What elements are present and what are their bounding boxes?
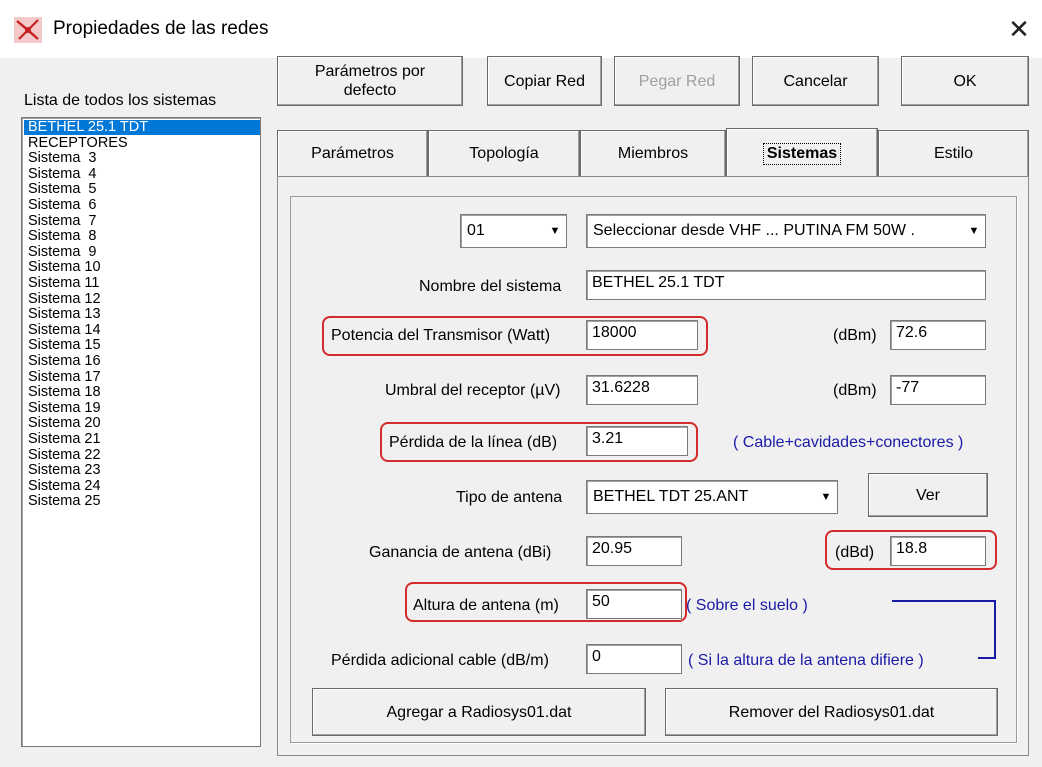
gain-dbd-label: (dBd): [835, 544, 875, 561]
chevron-down-icon: ▼: [549, 225, 561, 237]
gain-dbd-input[interactable]: 18.8: [890, 536, 986, 566]
list-item[interactable]: Sistema 7: [28, 213, 258, 229]
systems-listbox[interactable]: BETHEL 25.1 TDT RECEPTORES Sistema 3 Sistem…: [21, 117, 261, 747]
line-loss-label: Pérdida de la línea (dB): [389, 434, 558, 451]
default-parameters-line2: defecto: [343, 82, 397, 99]
antenna-type-label: Tipo de antena: [456, 489, 563, 506]
tab-sistemas[interactable]: Sistemas: [726, 128, 878, 180]
threshold-dbm-label: (dBm): [833, 382, 877, 399]
tab-sistemas-label: Sistemas: [762, 143, 842, 165]
list-item[interactable]: Sistema 12: [28, 291, 258, 307]
list-item[interactable]: Sistema 19: [28, 400, 258, 416]
tab-parametros-label: Parámetros: [311, 145, 394, 162]
list-item[interactable]: Sistema 21: [28, 432, 258, 447]
list-item[interactable]: RECEPTORES: [28, 135, 258, 151]
receiver-threshold-label: Umbral del receptor (µV): [385, 382, 561, 399]
extra-cable-loss-label: Pérdida adicional cable (dB/m): [331, 652, 549, 669]
extra-cable-loss-note: ( Si la altura de la antena difiere ): [688, 652, 924, 669]
tab-topologia[interactable]: Topología: [428, 130, 580, 178]
list-item[interactable]: BETHEL 25.1 TDT: [24, 120, 260, 135]
window-title: Propiedades de las redes: [53, 18, 269, 39]
system-name-input[interactable]: BETHEL 25.1 TDT: [586, 270, 986, 300]
receiver-threshold-input[interactable]: 31.6228: [586, 375, 698, 405]
power-dbm-label: (dBm): [833, 327, 877, 344]
default-parameters-button[interactable]: Parámetros por defecto: [277, 56, 463, 106]
default-parameters-line1: Parámetros por: [314, 63, 426, 80]
list-item[interactable]: Sistema 17: [28, 369, 258, 385]
list-item[interactable]: Sistema 6: [28, 198, 258, 213]
transmitter-power-input[interactable]: 18000: [586, 320, 698, 350]
remove-from-radiosys-button[interactable]: Remover del Radiosys01.dat: [665, 688, 998, 736]
list-item[interactable]: Sistema 15: [28, 338, 258, 353]
chevron-down-icon: ▼: [820, 491, 832, 503]
list-item[interactable]: Sistema 10: [28, 260, 258, 275]
tab-estilo[interactable]: Estilo: [878, 130, 1029, 178]
close-icon[interactable]: ✕: [1004, 14, 1034, 44]
systems-list-label: Lista de todos los sistemas: [24, 92, 217, 109]
list-item[interactable]: Sistema 11: [28, 276, 258, 291]
extra-cable-loss-input[interactable]: 0: [586, 644, 682, 674]
system-source-value: Seleccionar desde VHF ... PUTINA FM 50W …: [593, 222, 915, 239]
list-item[interactable]: Sistema 24: [28, 478, 258, 494]
antenna-height-label: Altura de antena (m): [413, 597, 559, 614]
tab-parametros[interactable]: Parámetros: [277, 130, 428, 178]
line-loss-note: ( Cable+cavidades+conectores ): [733, 434, 964, 451]
tab-miembros[interactable]: Miembros: [580, 130, 726, 178]
cancel-button[interactable]: Cancelar: [752, 56, 879, 106]
line-loss-input[interactable]: 3.21: [586, 426, 688, 456]
list-item[interactable]: Sistema 16: [28, 354, 258, 369]
list-item[interactable]: Sistema 25: [28, 494, 258, 509]
list-item[interactable]: Sistema 3: [28, 151, 258, 166]
threshold-dbm-input[interactable]: -77: [890, 375, 986, 405]
dialog-window: Propiedades de las redes ✕ Lista de todo…: [0, 0, 1042, 767]
copy-network-button[interactable]: Copiar Red: [487, 56, 602, 106]
ok-button[interactable]: OK: [901, 56, 1029, 106]
list-item[interactable]: Sistema 8: [28, 229, 258, 244]
chevron-down-icon: ▼: [968, 225, 980, 237]
list-item[interactable]: Sistema 9: [28, 244, 258, 260]
system-source-select[interactable]: Seleccionar desde VHF ... PUTINA FM 50W …: [586, 214, 986, 248]
antenna-type-value: BETHEL TDT 25.ANT: [593, 488, 749, 505]
network-app-icon: [14, 17, 42, 43]
list-item[interactable]: Sistema 5: [28, 182, 258, 197]
antenna-height-input[interactable]: 50: [586, 589, 682, 619]
add-to-radiosys-button[interactable]: Agregar a Radiosys01.dat: [312, 688, 646, 736]
view-antenna-button[interactable]: Ver: [868, 473, 988, 517]
list-item[interactable]: Sistema 20: [28, 416, 258, 431]
list-item[interactable]: Sistema 13: [28, 307, 258, 322]
power-dbm-input[interactable]: 72.6: [890, 320, 986, 350]
list-item[interactable]: Sistema 18: [28, 385, 258, 400]
antenna-height-note: ( Sobre el suelo ): [686, 597, 808, 614]
title-bar: Propiedades de las redes ✕: [0, 0, 1042, 58]
system-number-select[interactable]: 01 ▼: [460, 214, 567, 248]
antenna-gain-label: Ganancia de antena (dBi): [369, 544, 552, 561]
tab-estilo-label: Estilo: [933, 145, 974, 162]
list-item[interactable]: Sistema 14: [28, 322, 258, 338]
system-number-value: 01: [467, 222, 485, 239]
tab-topologia-label: Topología: [469, 145, 539, 162]
transmitter-power-label: Potencia del Transmisor (Watt): [331, 327, 551, 344]
list-item[interactable]: Sistema 23: [28, 463, 258, 478]
list-item[interactable]: Sistema 22: [28, 447, 258, 463]
system-name-label: Nombre del sistema: [419, 278, 562, 295]
antenna-gain-input[interactable]: 20.95: [586, 536, 682, 566]
list-item[interactable]: Sistema 4: [28, 166, 258, 182]
antenna-type-select[interactable]: BETHEL TDT 25.ANT ▼: [586, 480, 838, 514]
paste-network-button: Pegar Red: [614, 56, 740, 106]
tab-miembros-label: Miembros: [617, 145, 689, 162]
